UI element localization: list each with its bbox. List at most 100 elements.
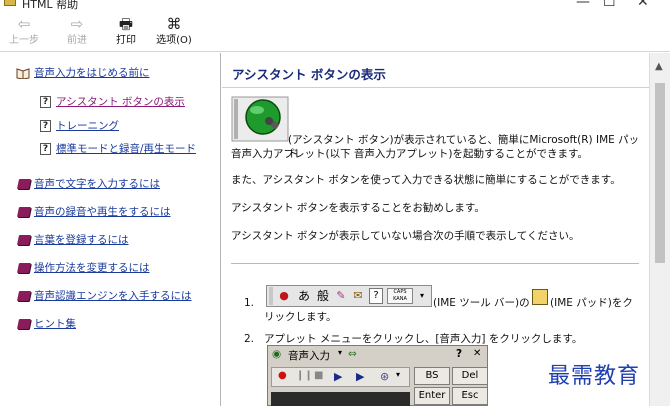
record-icon: ● <box>278 370 287 381</box>
stop-icon: ■ <box>314 370 324 381</box>
step-2-number: 2. <box>244 333 255 345</box>
assistant-button-icon <box>231 96 289 142</box>
toc-book-settings-label: 操作方法を変更するには <box>34 262 150 274</box>
window-title: HTML 帮助 <box>22 0 79 11</box>
step-1-text-c: リックします。 <box>264 311 337 323</box>
step-2-text: アプレット メニューをクリックし、[音声入力] をクリックします。 <box>264 333 583 345</box>
ime-pad-icon <box>532 289 548 305</box>
palette-menu-arrow-icon: ▾ <box>338 348 343 357</box>
toc-page-show-assistant[interactable]: ? アシスタント ボタンの表示 <box>40 94 185 110</box>
watermark: 最需教育 <box>548 364 641 389</box>
toc-page-mode-label: 標準モードと録音/再生モード <box>56 143 197 155</box>
help-page-icon: ? <box>40 120 51 132</box>
toc-book-intro-label: 音声入力をはじめる前に <box>34 67 150 79</box>
toolbar-tool-icon: ✉ <box>353 289 363 302</box>
del-key: Del <box>452 367 488 385</box>
back-arrow-icon: ⇦ <box>17 15 31 33</box>
closed-book-icon <box>16 319 32 329</box>
toc-book-engine-label: 音声認識エンジンを入手するには <box>34 290 192 302</box>
toc-book-record[interactable]: 音声の録音や再生をするには <box>16 204 171 220</box>
kana-label: KANA <box>393 296 407 302</box>
scroll-up-icon[interactable]: ▲ <box>655 61 663 72</box>
section-divider <box>231 263 639 264</box>
options-label: 选项(O) <box>156 35 192 46</box>
caps-label: CAPS <box>393 289 407 295</box>
toc-book-tips-label: ヒント集 <box>34 318 76 330</box>
para-3: アシスタント ボタンを表示することをお勧めします。 <box>231 202 485 214</box>
para-2: また、アシスタント ボタンを使って入力できる状態に簡単にすることができます。 <box>231 174 621 186</box>
close-button[interactable]: ✕ <box>637 0 649 10</box>
topic-title: アシスタント ボタンの表示 <box>232 67 386 82</box>
toc-page-show-label: アシスタント ボタンの表示 <box>56 96 185 108</box>
dictation-mode-icon: ▶ <box>334 370 343 383</box>
para-1-line-2: 音声入力アプレット(以下 音声入力アプレット)を起動することができます。 <box>231 148 588 160</box>
ime-toolbar-image: ● あ 般 ✎ ✉ ? CAPS KANA ▾ <box>266 285 432 307</box>
closed-book-icon <box>16 263 32 273</box>
maximize-button[interactable]: ☐ <box>603 0 616 10</box>
palette-swap-icon: ⇔ <box>348 348 357 360</box>
print-button[interactable]: 🖶 打印 <box>110 14 142 50</box>
toc-book-input[interactable]: 音声で文字を入力するには <box>16 176 160 192</box>
help-icon: ? <box>369 288 383 304</box>
toc-page-mode[interactable]: ? 標準モードと録音/再生モード <box>40 141 196 157</box>
back-label: 上一步 <box>9 35 39 46</box>
toc-book-input-label: 音声で文字を入力するには <box>34 178 160 190</box>
minimize-button[interactable]: — <box>576 0 590 10</box>
palette-help: ? <box>456 348 463 360</box>
help-toolbar: ⇦ 上一步 ⇨ 前进 🖶 打印 ⌘ 选项(O) <box>0 12 670 52</box>
scroll-thumb[interactable] <box>655 83 665 263</box>
title-bar: HTML 帮助 — ☐ ✕ <box>0 0 670 12</box>
toc-book-intro[interactable]: 音声入力をはじめる前に <box>16 65 150 81</box>
palette-header: ◉ 音声入力 ▾ ⇔ ? ✕ <box>268 346 487 363</box>
back-button[interactable]: ⇦ 上一步 <box>6 14 42 50</box>
enter-key: Enter <box>414 387 450 405</box>
options-button[interactable]: ⌘ 选项(O) <box>152 14 196 50</box>
toc-page-training-label: トレーニング <box>56 120 119 132</box>
toc-book-record-label: 音声の録音や再生をするには <box>34 206 171 218</box>
step-1-number: 1. <box>244 297 255 309</box>
closed-book-icon <box>16 235 32 245</box>
palette-close: ✕ <box>473 348 482 359</box>
options-icon: ⌘ <box>166 15 182 33</box>
toc-book-words[interactable]: 言葉を登録するには <box>16 232 129 248</box>
toc-book-settings[interactable]: 操作方法を変更するには <box>16 260 150 276</box>
toc-book-engine[interactable]: 音声認識エンジンを入手するには <box>16 288 192 304</box>
help-page-icon: ? <box>40 96 51 108</box>
closed-book-icon <box>16 179 32 189</box>
help-app-icon <box>4 0 16 6</box>
caps-kana-indicator: CAPS KANA <box>387 288 413 304</box>
toc-page-training[interactable]: ? トレーニング <box>40 118 119 134</box>
closed-book-icon <box>16 291 32 301</box>
step-1-text-b: (IME パッド)をク <box>550 297 633 309</box>
palette-settings-icon: ⊛ <box>380 370 390 383</box>
bs-key: BS <box>414 367 450 385</box>
options-arrow-icon: ▾ <box>419 291 424 300</box>
palette-title: 音声入力 <box>288 350 330 362</box>
printer-icon: 🖶 <box>118 15 134 33</box>
step-1-text-a: (IME ツール バー)の <box>433 297 530 309</box>
palette-mic-icon: ◉ <box>272 348 282 360</box>
toc-book-tips[interactable]: ヒント集 <box>16 316 76 332</box>
pad-pen-icon: ✎ <box>336 289 346 302</box>
forward-label: 前进 <box>67 35 87 46</box>
command-mode-icon: ▶ <box>356 370 365 383</box>
hiragana-mode: あ <box>297 289 310 303</box>
contents-pane: 音声入力をはじめる前に ? アシスタント ボタンの表示 ? トレーニング ? 標… <box>0 53 221 406</box>
content-scrollbar[interactable]: ▲ <box>649 53 670 406</box>
esc-key: Esc <box>452 387 488 405</box>
grip-handle <box>269 287 273 305</box>
voice-input-palette-image: ◉ 音声入力 ▾ ⇔ ? ✕ ● ❙❙ ■ ▶ ▶ ⊛ ▾ BS Del Ent… <box>267 345 488 406</box>
settings-arrow-icon: ▾ <box>396 370 401 379</box>
title-divider <box>222 87 649 88</box>
print-label: 打印 <box>116 35 136 46</box>
para-4: アシスタント ボタンが表示していない場合次の手順で表示してください。 <box>231 230 580 242</box>
level-meter <box>271 392 410 406</box>
forward-arrow-icon: ⇨ <box>70 15 84 33</box>
toc-book-words-label: 言葉を登録するには <box>34 234 129 246</box>
help-page-icon: ? <box>40 143 51 155</box>
open-book-icon <box>16 68 30 79</box>
conversion-mode: 般 <box>316 289 329 303</box>
ime-status-icon: ● <box>279 289 289 302</box>
pause-icon: ❙❙ <box>296 370 313 381</box>
forward-button[interactable]: ⇨ 前进 <box>60 14 94 50</box>
